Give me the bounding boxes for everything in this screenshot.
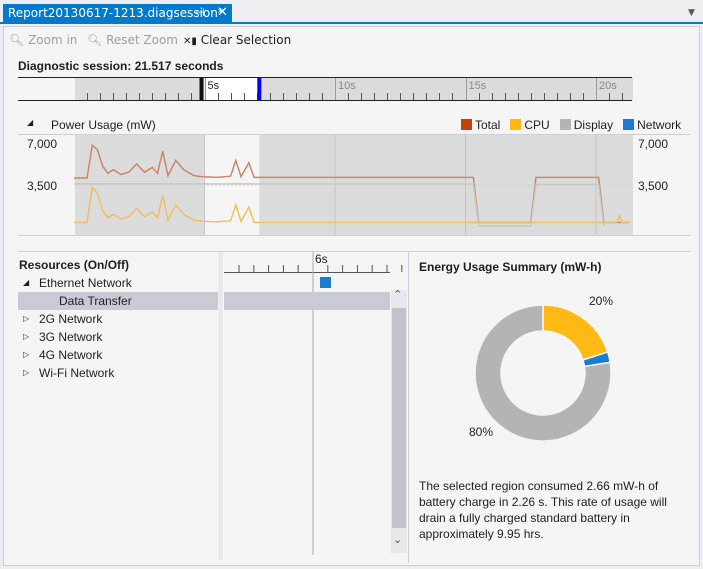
legend-cpu: CPU (510, 118, 550, 132)
legend-display: Display (559, 118, 613, 132)
expanded-icon: ◢ (23, 278, 30, 287)
tree-item-4g[interactable]: ▷ 4G Network (18, 346, 218, 364)
summary-title: Energy Usage Summary (mW-h) (419, 260, 602, 274)
selected-row-highlight-timeline (224, 292, 390, 310)
legend-network: Network (623, 118, 681, 132)
scrollbar-thumb[interactable] (392, 308, 406, 528)
y-label-right-3500: 3,500 (638, 179, 669, 193)
tree-item-wifi[interactable]: ▷ Wi-Fi Network (18, 364, 218, 382)
tree-item-data-transfer[interactable]: Data Transfer (18, 292, 218, 310)
ruler-label: 10s (338, 80, 356, 92)
ruler-label: 15s (469, 80, 487, 92)
power-title: Power Usage (mW) (51, 118, 156, 132)
y-label-left-3500: 3,500 (27, 179, 58, 193)
summary-description: The selected region consumed 2.66 mW-h o… (419, 479, 667, 541)
collapsed-icon: ▷ (23, 368, 30, 377)
session-ruler: 5s 10s 15s 20s (18, 77, 633, 101)
legend-total: Total (461, 118, 500, 132)
ruler-label: 20s (599, 80, 617, 92)
collapsed-icon: ▷ (23, 332, 30, 341)
scroll-down-icon[interactable]: ⌄ (393, 533, 402, 546)
y-label-right-7000: 7,000 (638, 137, 669, 151)
cpu-pct-label: 20% (589, 294, 614, 308)
legend: Total CPU Display Network (461, 118, 681, 132)
tree-item-2g[interactable]: ▷ 2G Network (18, 310, 218, 328)
y-label-left-7000: 7,000 (27, 137, 58, 151)
tree-item-3g[interactable]: ▷ 3G Network (18, 328, 218, 346)
scroll-up-icon[interactable]: ⌃ (393, 288, 402, 301)
selection-end-handle (257, 78, 262, 100)
resource-tick-6s: 6s (315, 252, 328, 266)
ruler-label: 5s (208, 80, 220, 92)
collapsed-icon: ▷ (23, 350, 30, 359)
tree-item-ethernet[interactable]: ◢ Ethernet Network (18, 274, 218, 292)
power-chart (18, 134, 690, 236)
display-pct-label: 80% (469, 425, 494, 439)
collapse-icon[interactable]: ◢ (27, 118, 33, 127)
selection-start-handle (199, 78, 204, 100)
resources-title: Resources (On/Off) (19, 258, 130, 272)
collapsed-icon: ▷ (23, 314, 30, 323)
ethernet-activity-bar (320, 277, 331, 288)
